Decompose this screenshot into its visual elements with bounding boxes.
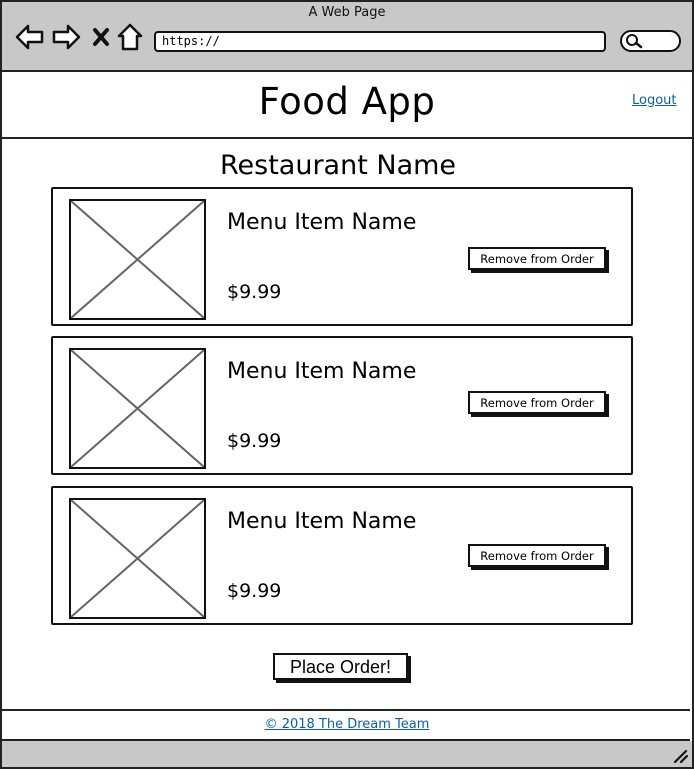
home-icon[interactable] — [116, 22, 144, 52]
restaurant-name: Restaurant Name — [219, 150, 457, 181]
close-icon[interactable] — [90, 22, 112, 52]
order-item-card: Menu Item Name $9.99 Remove from Order — [51, 336, 633, 475]
menu-item-price: $9.99 — [227, 580, 282, 602]
menu-item-price: $9.99 — [227, 281, 282, 303]
menu-item-name: Menu Item Name — [227, 359, 417, 384]
menu-item-price: $9.99 — [227, 430, 282, 452]
url-bar[interactable]: https:// — [154, 31, 606, 52]
remove-from-order-button[interactable]: Remove from Order — [468, 247, 606, 270]
copyright-link[interactable]: © 2018 The Dream Team — [0, 717, 694, 732]
item-image-placeholder — [69, 199, 206, 320]
resize-grip-icon[interactable] — [672, 748, 689, 767]
menu-item-name: Menu Item Name — [227, 509, 417, 534]
remove-from-order-button[interactable]: Remove from Order — [468, 391, 606, 414]
item-image-placeholder — [69, 498, 206, 619]
back-arrow-icon[interactable] — [14, 22, 46, 52]
order-item-card: Menu Item Name $9.99 Remove from Order — [51, 187, 633, 326]
window-title: A Web Page — [308, 5, 386, 20]
remove-from-order-button[interactable]: Remove from Order — [468, 544, 606, 567]
browser-status-bar — [0, 741, 694, 769]
menu-item-name: Menu Item Name — [227, 210, 417, 235]
forward-arrow-icon[interactable] — [50, 22, 82, 52]
browser-search-field[interactable] — [620, 30, 681, 52]
order-item-card: Menu Item Name $9.99 Remove from Order — [51, 486, 633, 625]
item-image-placeholder — [69, 348, 206, 469]
search-icon — [625, 33, 643, 53]
app-title: Food App — [258, 80, 436, 123]
place-order-button[interactable]: Place Order! — [273, 653, 408, 680]
logout-link[interactable]: Logout — [632, 93, 677, 108]
